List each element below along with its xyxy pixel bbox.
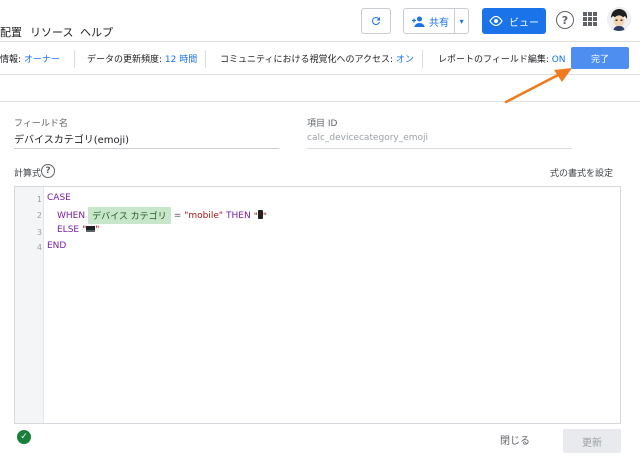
help-icon[interactable]: ?: [41, 164, 55, 178]
field-edit-info[interactable]: レポートのフィールド編集: ON: [438, 52, 566, 65]
field-name-label: フィールド名: [14, 119, 68, 129]
keyword-then: THEN: [226, 210, 251, 221]
field-name-input[interactable]: デバイスカテゴリ(emoji): [14, 131, 129, 146]
code-line-4: END: [47, 241, 66, 251]
view-button[interactable]: ビュー: [482, 8, 546, 34]
update-button[interactable]: 更新: [563, 429, 621, 453]
keyword-when: WHEN: [57, 210, 86, 221]
divider: [74, 50, 75, 68]
menu-help[interactable]: ヘルプ: [80, 24, 113, 40]
operator-equals: =: [173, 210, 182, 221]
menu-arrange[interactable]: 配置: [0, 24, 22, 40]
code-line-1: CASE: [47, 193, 71, 203]
top-menu-bar: 配置 リソース ヘルプ 共有 ▾ ビュー ?: [0, 0, 640, 40]
keyword-else: ELSE: [57, 225, 80, 235]
line-number: 2: [36, 211, 42, 220]
desktop-computer-icon: [86, 226, 96, 232]
item-id-underline: [307, 148, 572, 149]
refresh-icon: [372, 16, 380, 25]
user-avatar-icon: [607, 7, 631, 31]
data-credentials-info: 情報: オーナー: [0, 55, 60, 65]
refresh-button[interactable]: [361, 8, 391, 34]
code-line-3: ELSE " ": [57, 225, 99, 235]
done-button[interactable]: 完了: [571, 47, 629, 69]
line-number: 3: [36, 228, 42, 237]
add-person-icon: [412, 16, 425, 27]
line-number-gutter: 1 2 3 4: [15, 187, 44, 423]
string-phone-emoji: " ": [253, 209, 268, 222]
keyword-end: END: [47, 241, 67, 251]
string-mobile: "mobile": [184, 210, 224, 221]
line-number: 4: [36, 243, 42, 252]
share-label: 共有: [429, 17, 449, 29]
chevron-down-icon[interactable]: ▾: [455, 17, 468, 26]
eye-icon: [489, 16, 503, 26]
field-name-underline: [14, 148, 279, 149]
close-button[interactable]: 閉じる: [500, 432, 530, 447]
line-number: 1: [36, 195, 42, 204]
share-button[interactable]: 共有 ▾: [403, 8, 469, 34]
data-freshness-info[interactable]: データの更新頻度: 12 時間: [87, 52, 197, 65]
string-pc-emoji: " ": [82, 225, 100, 235]
apps-grid-icon[interactable]: [583, 12, 597, 26]
divider: [422, 50, 423, 68]
view-label: ビュー: [509, 17, 539, 29]
keyword-case: CASE: [47, 193, 71, 203]
format-formula-link[interactable]: 式の書式を設定: [550, 166, 613, 179]
toolbar-strip: [0, 76, 640, 102]
formula-editor[interactable]: 1 2 3 4 CASE WHEN デバイス カテゴリ = "mobile" T…: [14, 186, 621, 424]
divider: [205, 50, 206, 68]
dimension-chip[interactable]: デバイス カテゴリ: [88, 207, 171, 224]
report-info-bar: 情報: オーナー データの更新頻度: 12 時間 コミュニティにおける視覚化への…: [0, 41, 640, 75]
help-icon[interactable]: ?: [556, 11, 574, 29]
code-line-2: WHEN デバイス カテゴリ = "mobile" THEN " ": [57, 207, 267, 224]
item-id-label: 項目 ID: [307, 119, 338, 129]
item-id-value: calc_devicecategory_emoji: [307, 133, 429, 143]
formula-label: 計算式: [14, 169, 42, 179]
community-visualization-info[interactable]: コミュニティにおける視覚化へのアクセス: オン: [220, 52, 414, 65]
avatar[interactable]: [607, 7, 631, 31]
check-circle-icon: ✓: [17, 430, 31, 444]
menu-resource[interactable]: リソース: [30, 24, 73, 40]
